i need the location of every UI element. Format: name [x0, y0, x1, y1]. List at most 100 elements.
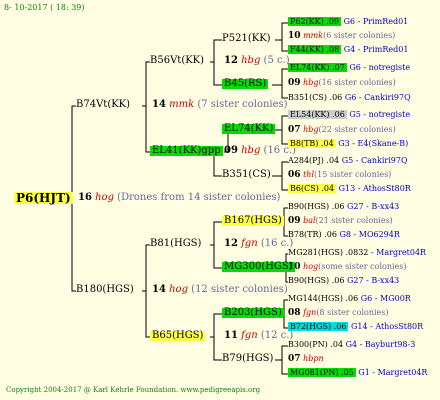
- leaf-3-id: F44(KK) .08: [288, 45, 342, 54]
- date-header: 8- 10-2017 ( 18: 39): [4, 3, 85, 12]
- leaf-6-origin: G6 - Cankiri97Q: [344, 93, 411, 102]
- leaf-1: P62(KK) .09 G6 - PrimRed01: [288, 17, 409, 26]
- leaf-8: 07 hbg(22 sister colonies): [288, 126, 396, 135]
- leaf-5-num: 09: [288, 78, 301, 88]
- leaf-2-word: mmk: [303, 31, 324, 40]
- root-queen: P6(HJT): [14, 191, 73, 205]
- leaf-15-id: B78(TR) .06: [288, 230, 337, 239]
- leaf-21: B72(HGS) .06 G14 - AthosSt80R: [288, 322, 424, 331]
- leaf-8-note: (22 sister colonies): [318, 125, 396, 134]
- leaf-18-origin: G27 - B-xx43: [346, 276, 400, 285]
- leaf-24-origin: G1 - Margret04R: [358, 368, 428, 377]
- leaf-13-id: B90(HGS) .06: [288, 202, 345, 211]
- great-7: B203(HGS): [222, 307, 284, 318]
- leaf-7: EL54(KK) .06 G5 - notregiste: [288, 110, 411, 119]
- great-1: P521(KK): [222, 33, 271, 44]
- grand-1: B56Vt(KK): [150, 55, 205, 66]
- leaf-19-origin: G6 - MG00R: [360, 294, 411, 303]
- leaf-4-id: EL74(KK) .07: [288, 63, 347, 72]
- sire-2-word: hog: [169, 284, 188, 295]
- grand-2-word: hbg: [241, 145, 261, 156]
- leaf-18-id: B90(HGS) .06: [288, 276, 345, 285]
- leaf-21-id: B72(HGS) .06: [288, 322, 349, 331]
- leaf-15-origin: G8 - MO6294R: [339, 230, 400, 239]
- grand-2-annotation: 09 hbg (16 c.): [224, 146, 296, 156]
- leaf-22-origin: G4 - Bayburt98-3: [345, 340, 416, 349]
- leaf-13-origin: G27 - B-xx43: [346, 202, 400, 211]
- leaf-23-num: 07: [288, 354, 301, 364]
- leaf-19: MG144(HGS) .06 G6 - MG00R: [288, 295, 411, 303]
- grand-3-annotation: 12 fgn (16 c.): [224, 239, 293, 249]
- copyright-footer: Copyright 2004-2017 @ Karl Kehrle Founda…: [6, 386, 261, 394]
- grand-1-word: hbg: [241, 55, 261, 66]
- leaf-11-word: thl: [303, 170, 315, 179]
- leaf-17-word: hog: [303, 262, 319, 271]
- leaf-9: B8(TB) .04 G3 - E4(Skane-B): [288, 139, 409, 148]
- grand-4: B65(HGS): [150, 330, 206, 341]
- root-annotation: 16 hog (Drones from 14 sister colonies): [78, 193, 280, 203]
- leaf-12-id: B6(CS) .04: [288, 184, 337, 193]
- great-4: B351(CS): [222, 169, 271, 180]
- leaf-11-note: (15 sister colonies): [314, 170, 392, 179]
- great-2: B45(RS): [222, 78, 269, 89]
- leaf-23-word: hbpn: [303, 354, 324, 363]
- grand-3-word: fgn: [241, 238, 258, 249]
- leaf-14-num: 09: [288, 216, 301, 226]
- leaf-15: B78(TR) .06 G8 - MO6294R: [288, 231, 400, 239]
- leaf-4: EL74(KK) .07 G6 - notregiste: [288, 63, 411, 72]
- leaf-6-id: B351(CS) .06: [288, 93, 343, 102]
- leaf-19-id: MG144(HGS) .06: [288, 294, 359, 303]
- leaf-3-origin: G4 - PrimRed01: [343, 45, 409, 54]
- root-word: hog: [95, 192, 114, 203]
- leaf-16-origin: - Margret04R: [370, 248, 427, 257]
- leaf-20-num: 08: [288, 308, 301, 318]
- sire-1-word: mmk: [169, 99, 195, 110]
- grand-3-num: 12: [224, 238, 238, 249]
- sire-2-annotation: 14 hog (12 sister colonies): [152, 285, 288, 295]
- leaf-1-id: P62(KK) .09: [288, 17, 342, 26]
- leaf-23: 07 hbpn: [288, 355, 324, 364]
- leaf-20-note: (8 sister colonies): [316, 308, 389, 317]
- leaf-5-note: (16 sister colonies): [318, 78, 396, 87]
- sire-1: B74Vt(KK): [76, 99, 131, 110]
- leaf-17-num: 10: [288, 262, 301, 272]
- leaf-16: MG281(HGS) .0832 - Margret04R: [288, 249, 426, 257]
- leaf-24: MG081(PN) .05 G1 - Margret04R: [288, 368, 428, 377]
- leaf-21-origin: G14 - AthosSt80R: [350, 322, 424, 331]
- leaf-3: F44(KK) .08 G4 - PrimRed01: [288, 45, 409, 54]
- sire-1-annotation: 14 mmk (7 sister colonies): [152, 100, 288, 110]
- leaf-5: 09 hbg(16 sister colonies): [288, 79, 396, 88]
- leaf-4-origin: G6 - notregiste: [349, 63, 411, 72]
- grand-2-num: 09: [224, 145, 238, 156]
- leaf-11-num: 06: [288, 170, 301, 180]
- leaf-10-id: A284(PJ) .04: [288, 156, 340, 165]
- leaf-17-note: (some sister colonies): [318, 262, 407, 271]
- great-3: EL74(KK): [222, 123, 276, 134]
- leaf-12: B6(CS) .04 G13 - AthosSt80R: [288, 184, 411, 193]
- grand-3: B81(HGS): [150, 238, 202, 249]
- root-num: 16: [78, 192, 92, 203]
- root-note: (Drones from 14 sister colonies): [117, 192, 281, 203]
- sire-2: B180(HGS): [76, 284, 134, 295]
- leaf-1-origin: G6 - PrimRed01: [343, 17, 409, 26]
- leaf-12-origin: G13 - AthosSt80R: [338, 184, 411, 193]
- leaf-14-word: bal: [303, 216, 316, 225]
- grand-4-word: fgn: [241, 330, 258, 341]
- leaf-2-note: (6 sister colonies): [323, 31, 396, 40]
- leaf-9-origin: G3 - E4(Skane-B): [338, 139, 409, 148]
- leaf-17: 10 hog(some sister colonies): [288, 263, 407, 272]
- leaf-11: 06 thl(15 sister colonies): [288, 171, 391, 180]
- grand-1-annotation: 12 hbg (5 c.): [224, 56, 290, 66]
- great-8: B79(HGS): [222, 353, 274, 364]
- leaf-20: 08 fgn(8 sister colonies): [288, 309, 389, 318]
- leaf-5-word: hbg: [303, 78, 319, 87]
- leaf-7-id: EL54(KK) .06: [288, 110, 347, 119]
- leaf-10: A284(PJ) .04 G5 - Cankiri97Q: [288, 157, 408, 165]
- leaf-9-id: B8(TB) .04: [288, 139, 336, 148]
- great-6: MG300(HGS): [222, 261, 295, 272]
- leaf-7-origin: G5 - notregiste: [349, 110, 411, 119]
- grand-1-note: (5 c.): [263, 55, 290, 66]
- leaf-8-word: hbg: [303, 125, 319, 134]
- leaf-10-origin: G5 - Cankiri97Q: [341, 156, 408, 165]
- leaf-13: B90(HGS) .06 G27 - B-xx43: [288, 203, 399, 211]
